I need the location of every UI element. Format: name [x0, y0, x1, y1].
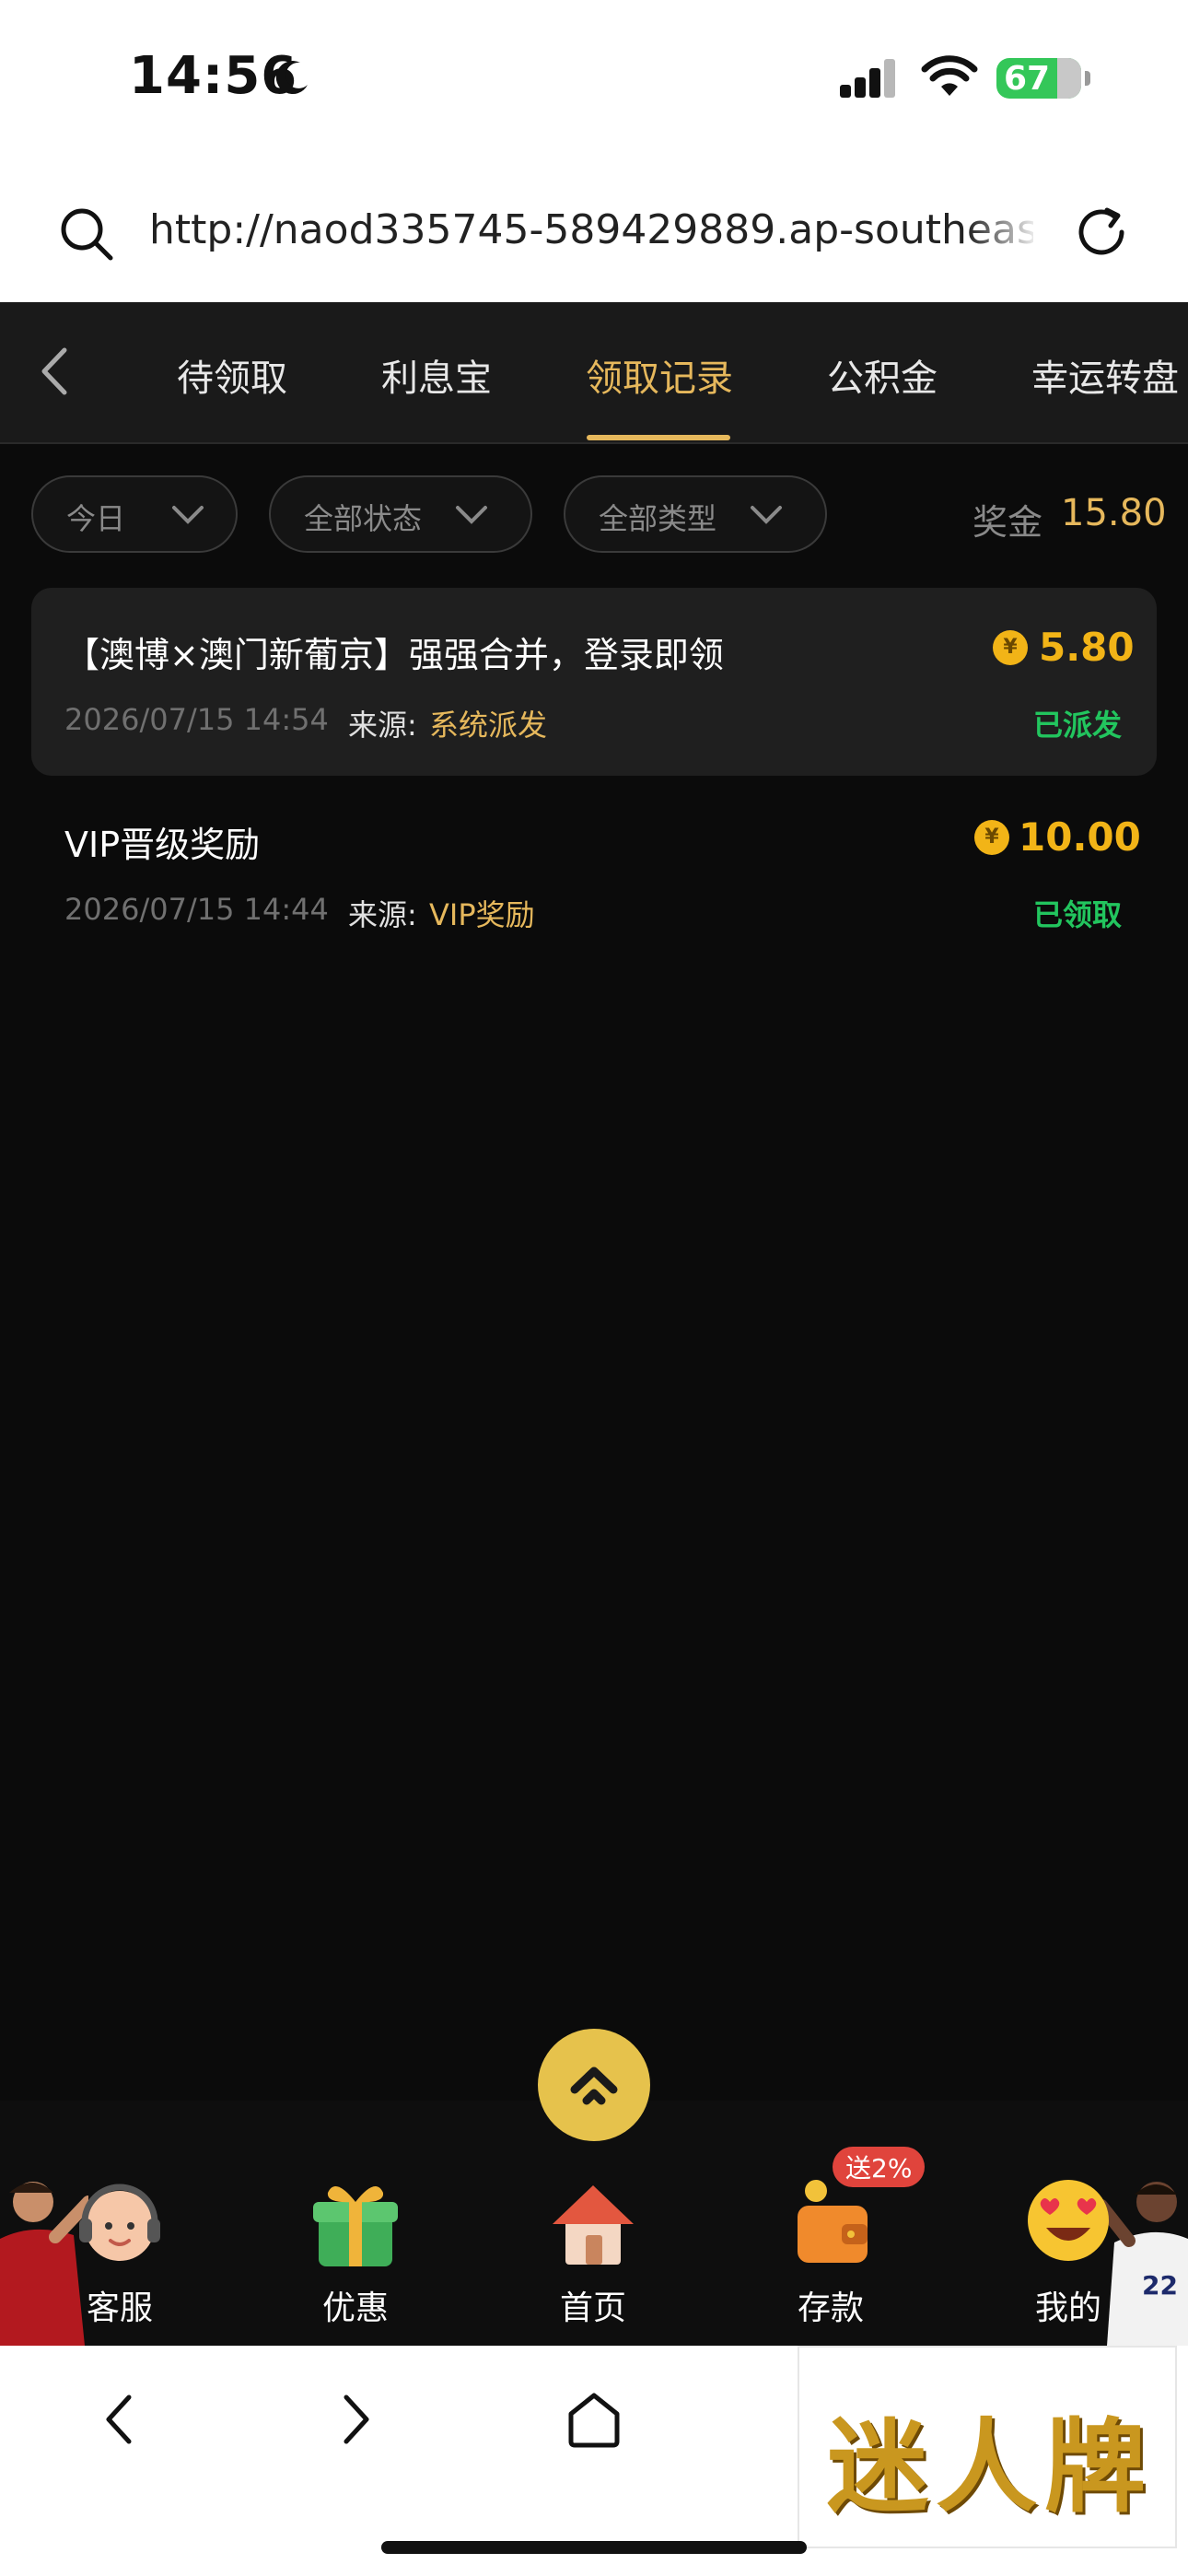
nav-label: 客服 [86, 2289, 153, 2327]
smiley-face-icon [1028, 2180, 1109, 2261]
tab-interest[interactable]: 利息宝 [381, 348, 492, 402]
moon-icon [275, 61, 308, 95]
chevron-down-icon [751, 506, 782, 524]
nav-promotions[interactable]: 优惠 [291, 2156, 420, 2340]
chevron-down-icon [172, 506, 204, 524]
reload-icon[interactable] [1070, 201, 1133, 263]
record-title: 【澳博×澳门新葡京】强强合并，登录即领 [64, 635, 724, 675]
coin-icon: ¥ [974, 820, 1009, 855]
type-filter-dropdown[interactable]: 全部类型 [564, 475, 827, 553]
browser-back-icon[interactable] [99, 2390, 140, 2449]
url-field[interactable]: http://naod335745-589429889.ap-southeast… [149, 206, 1033, 253]
svg-text:22: 22 [1142, 2270, 1178, 2301]
record-amount: 5.80 [1039, 625, 1135, 670]
wifi-icon [921, 55, 978, 96]
status-filter-dropdown[interactable]: 全部状态 [269, 475, 532, 553]
tab-claim-history[interactable]: 领取记录 [586, 348, 733, 402]
browser-home-icon[interactable] [564, 2390, 624, 2449]
nav-customer-service[interactable]: 客服 [55, 2156, 184, 2340]
record-date: 2026/07/15 14:44 [64, 892, 329, 927]
record-source: VIP奖励 [429, 897, 535, 932]
nav-label: 我的 [1034, 2289, 1101, 2327]
nav-label: 首页 [559, 2289, 626, 2327]
search-icon[interactable] [57, 205, 116, 263]
bonus-total-label: 奖金 [973, 502, 1043, 543]
battery-indicator: 67 [996, 58, 1090, 99]
record-amount: 10.00 [1019, 814, 1141, 860]
record-date: 2026/07/15 14:54 [64, 702, 329, 737]
scroll-to-top-button[interactable] [538, 2029, 650, 2141]
record-source: 系统派发 [429, 708, 548, 743]
browser-forward-icon[interactable] [335, 2390, 376, 2449]
wallet-icon [798, 2180, 868, 2263]
nav-label: 优惠 [321, 2289, 389, 2327]
home-icon [553, 2185, 634, 2265]
bonus-total-value: 15.80 [1061, 492, 1167, 534]
record-item[interactable] [31, 588, 1157, 776]
record-status: 已领取 [1033, 897, 1123, 932]
active-tab-indicator [587, 435, 730, 440]
back-arrow-icon[interactable] [33, 343, 76, 400]
nav-label: 存款 [797, 2289, 864, 2327]
chevron-down-icon [456, 506, 487, 524]
double-chevron-up-icon [570, 2067, 618, 2105]
nav-home[interactable]: 首页 [529, 2156, 658, 2340]
coin-icon: ¥ [993, 630, 1028, 665]
record-source-label: 来源: [348, 708, 417, 743]
home-indicator [381, 2541, 807, 2554]
nav-profile[interactable]: 我的 [1004, 2156, 1133, 2340]
record-source-label: 来源: [348, 897, 417, 932]
deposit-bonus-badge: 送2% [833, 2147, 926, 2187]
brand-logo: 迷人牌 [798, 2346, 1177, 2548]
tab-provident-fund[interactable]: 公积金 [827, 348, 938, 402]
date-filter-dropdown[interactable]: 今日 [31, 475, 238, 553]
tab-pending[interactable]: 待领取 [177, 348, 287, 402]
tab-lucky-wheel[interactable]: 幸运转盘 [1031, 348, 1179, 402]
record-title[interactable]: VIP晋级奖励 [64, 816, 260, 867]
record-status: 已派发 [1033, 708, 1123, 743]
cellular-signal-icon [840, 59, 897, 98]
gift-icon [313, 2185, 398, 2266]
customer-service-icon [79, 2184, 160, 2261]
